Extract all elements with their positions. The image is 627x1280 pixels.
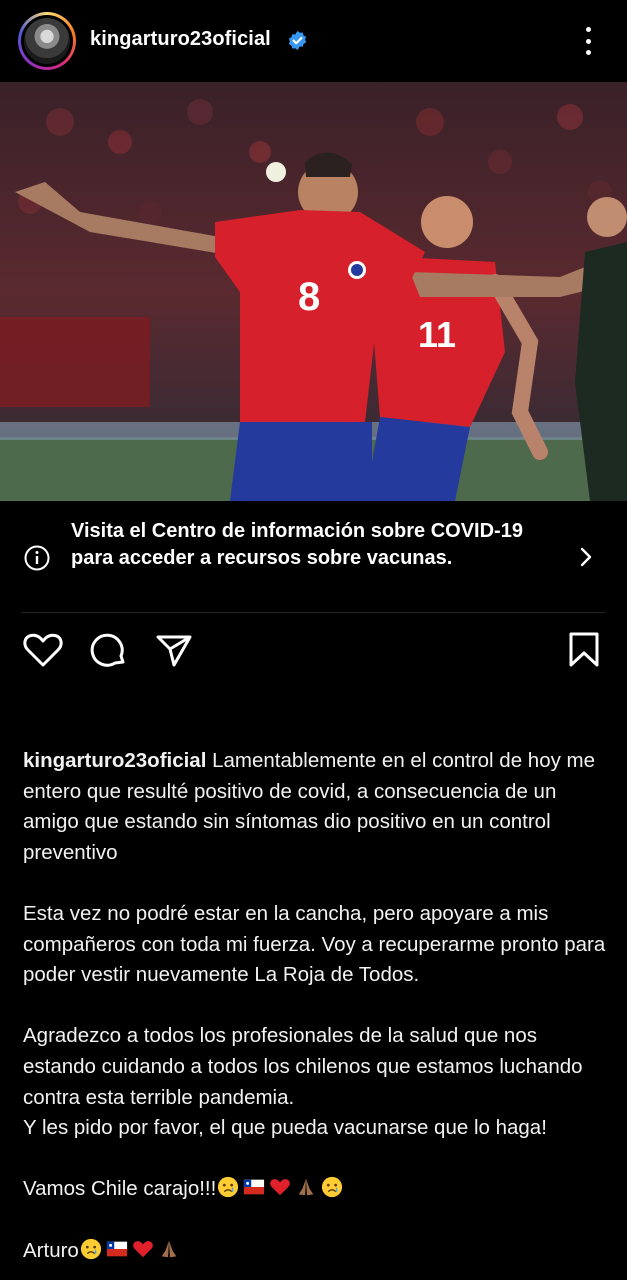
post-username[interactable]: kingarturo23oficial xyxy=(90,28,271,51)
folded-hands-emoji-icon-2 xyxy=(161,1240,177,1257)
photo-illustration: 11 8 xyxy=(0,82,627,501)
caption-paragraph-3b: Y les pido por favor, el que pueda vacun… xyxy=(23,1116,547,1140)
chevron-right-icon[interactable] xyxy=(577,546,595,568)
heart-icon[interactable] xyxy=(22,630,64,670)
post-caption: kingarturo23oficial Lamentablemente en e… xyxy=(23,746,613,1266)
profile-avatar[interactable] xyxy=(18,12,76,70)
jersey-number-8: 8 xyxy=(298,275,320,319)
jersey-number-11: 11 xyxy=(418,314,456,355)
caption-paragraph-5: Arturo xyxy=(23,1238,79,1262)
divider xyxy=(22,612,605,613)
crying-face-emoji-icon xyxy=(218,1177,239,1198)
info-icon xyxy=(24,545,50,571)
caption-username[interactable]: kingarturo23oficial xyxy=(23,749,206,772)
red-heart-emoji-icon xyxy=(270,1179,291,1196)
chile-flag-emoji-icon-2 xyxy=(106,1241,127,1256)
caption-paragraph-3a: Agradezco a todos los profesionales de l… xyxy=(23,1024,583,1109)
folded-hands-emoji-icon xyxy=(298,1179,314,1196)
share-paper-plane-icon[interactable] xyxy=(154,630,194,670)
comment-icon[interactable] xyxy=(88,630,128,670)
verified-badge-icon xyxy=(288,30,307,51)
more-options-icon[interactable] xyxy=(576,24,600,58)
avatar-image xyxy=(24,18,70,64)
red-heart-emoji-icon-2 xyxy=(133,1240,153,1257)
chile-flag-emoji-icon xyxy=(244,1179,265,1195)
bookmark-icon[interactable] xyxy=(566,630,602,670)
caption-paragraph-4: Vamos Chile carajo!!! xyxy=(23,1177,217,1201)
post-header: kingarturo23oficial xyxy=(0,0,627,82)
crying-face-emoji-icon-2 xyxy=(322,1177,343,1198)
post-photo[interactable]: 11 8 xyxy=(0,82,627,501)
caption-paragraph-2: Esta vez no podré estar en la cancha, pe… xyxy=(23,901,606,987)
crying-face-emoji-icon-3 xyxy=(80,1238,101,1259)
covid-banner-text[interactable]: Visita el Centro de información sobre CO… xyxy=(71,518,541,572)
